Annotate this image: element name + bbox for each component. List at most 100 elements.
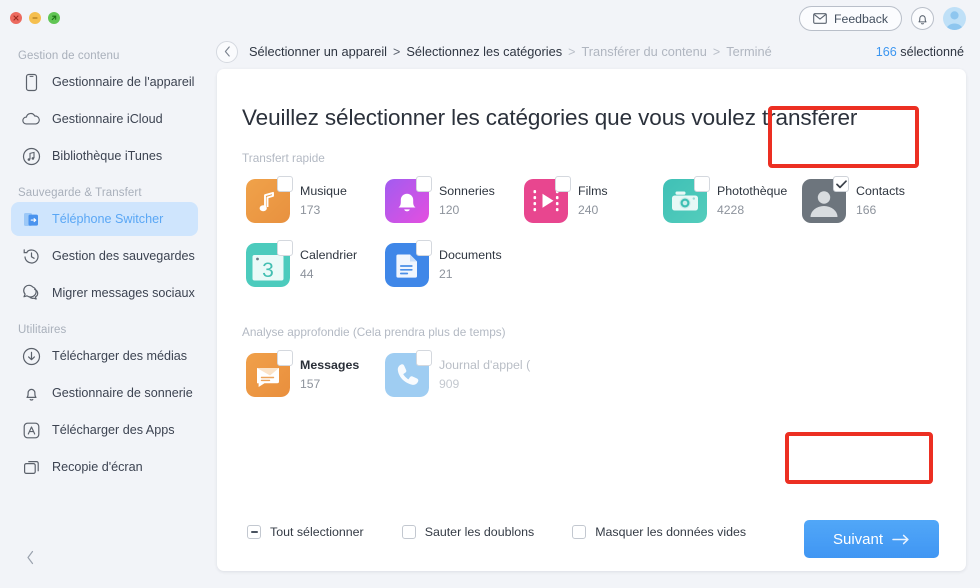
tile-count: 120 — [439, 203, 460, 218]
breadcrumb: Sélectionner un appareil > Sélectionnez … — [249, 44, 772, 59]
tile-checkbox[interactable] — [416, 350, 432, 366]
sidebar-group-title: Utilitaires — [18, 324, 67, 336]
sidebar-item-download-apps[interactable]: Télécharger des Apps — [11, 413, 198, 447]
category-tile-musique[interactable]: Musique 173 — [241, 174, 380, 228]
next-button[interactable]: Suivant — [804, 520, 939, 558]
tile-name: Photothèque — [717, 184, 788, 199]
sidebar-item-label: Gestionnaire iCloud — [52, 112, 163, 126]
user-avatar-icon — [945, 11, 964, 30]
tile-name: Contacts — [856, 184, 905, 199]
breadcrumb-step-2[interactable]: Sélectionnez les catégories — [406, 44, 562, 59]
checkbox-box[interactable] — [247, 525, 261, 539]
sidebar-item-label: Recopie d'écran — [52, 460, 143, 474]
checkbox-select-all[interactable]: Tout sélectionner — [247, 525, 364, 539]
tile-icon-wrap — [385, 176, 432, 223]
top-bar-actions: Feedback — [798, 6, 966, 31]
tile-text: Films 240 — [578, 183, 608, 218]
sidebar-item-screen-mirroring[interactable]: Recopie d'écran — [11, 450, 198, 484]
sidebar-item-icloud-manager[interactable]: Gestionnaire iCloud — [11, 102, 198, 136]
category-tile-phototheque[interactable]: Photothèque 4228 — [658, 174, 797, 228]
deep-analysis-tiles: Messages 157 Journal d'appel (909 — [217, 339, 966, 412]
breadcrumb-separator: > — [568, 44, 576, 59]
category-tile-sonneries[interactable]: Sonneries 120 — [380, 174, 519, 228]
quick-transfer-section-label: Transfert rapide — [242, 151, 325, 165]
tile-text: Musique 173 — [300, 183, 347, 218]
sidebar-item-ringtone-manager[interactable]: Gestionnaire de sonnerie — [11, 376, 198, 410]
sidebar-item-itunes-library[interactable]: Bibliothèque iTunes — [11, 139, 198, 173]
next-button-label: Suivant — [832, 530, 884, 548]
tile-count: 21 — [439, 267, 453, 282]
sidebar-collapse-button[interactable] — [26, 550, 35, 570]
maximize-button[interactable] — [48, 12, 60, 24]
category-tile-contacts[interactable]: Contacts 166 — [797, 174, 936, 228]
app-window: Gestion de contenu Gestionnaire de l'app… — [0, 0, 980, 588]
sidebar: Gestion de contenu Gestionnaire de l'app… — [0, 0, 208, 588]
tile-checkbox[interactable] — [833, 176, 849, 192]
sidebar-item-device-manager[interactable]: Gestionnaire de l'appareil — [11, 65, 198, 99]
tile-name: Sonneries — [439, 184, 495, 199]
breadcrumb-separator: > — [712, 44, 721, 59]
tile-checkbox[interactable] — [555, 176, 571, 192]
tile-checkbox[interactable] — [277, 176, 293, 192]
checkbox-label: Sauter les doublons — [424, 525, 535, 539]
tile-text: Calendrier 44 — [300, 247, 357, 282]
tile-text: Photothèque 4228 — [717, 183, 787, 218]
category-tile-calendrier[interactable]: 3 Calendrier 44 — [241, 238, 380, 292]
sidebar-group-title: Gestion de contenu — [18, 50, 120, 62]
sidebar-section-backup: Sauvegarde & Transfert Téléphone Switche… — [0, 187, 208, 310]
quick-transfer-tiles: Musique 173 Sonneries 120 Films 240 Phot… — [217, 165, 966, 302]
music-note-circle-icon — [21, 146, 41, 166]
phone-switch-icon — [21, 209, 41, 229]
tile-count: 240 — [578, 203, 599, 218]
tile-checkbox[interactable] — [277, 240, 293, 256]
checkbox-box[interactable] — [401, 525, 416, 539]
chevron-left-icon — [224, 46, 230, 57]
sidebar-section-utilities: Utilitaires Télécharger des médias Gesti… — [0, 324, 208, 484]
sidebar-item-download-media[interactable]: Télécharger des médias — [11, 339, 198, 373]
tile-name: Journal d'appel ( — [439, 358, 531, 373]
category-tile-films[interactable]: Films 240 — [519, 174, 658, 228]
tile-icon-wrap — [524, 176, 571, 223]
tile-checkbox[interactable] — [416, 176, 432, 192]
checkbox-skip-duplicates[interactable]: Sauter les doublons — [401, 525, 535, 539]
tile-checkbox[interactable] — [694, 176, 710, 192]
checkbox-box[interactable] — [572, 525, 587, 539]
bell-icon — [21, 383, 41, 403]
category-tile-documents[interactable]: Documents 21 — [380, 238, 519, 292]
checkbox-hide-empty-data[interactable]: Masquer les données vides — [572, 525, 746, 539]
tile-checkbox[interactable] — [416, 240, 432, 256]
page-title: Veuillez sélectionner les catégories que… — [242, 105, 858, 130]
tile-count: 173 — [300, 203, 321, 218]
notifications-button[interactable] — [911, 7, 934, 30]
breadcrumb-step-4: Terminé — [726, 44, 772, 59]
checkmark-icon — [835, 179, 847, 188]
sidebar-item-backup-management[interactable]: Gestion des sauvegardes — [11, 239, 198, 273]
checkbox-label: Tout sélectionner — [270, 525, 364, 539]
minimize-button[interactable] — [29, 12, 41, 24]
sidebar-item-migrate-social-messages[interactable]: Migrer messages sociaux — [11, 276, 198, 310]
sidebar-group-title: Sauvegarde & Transfert — [18, 187, 142, 199]
sidebar-item-phone-switcher[interactable]: Téléphone Switcher — [11, 202, 198, 236]
phone-icon — [21, 72, 41, 92]
tile-count: 909 — [439, 377, 460, 392]
svg-text:3: 3 — [262, 259, 274, 282]
back-button[interactable] — [216, 40, 238, 63]
deep-analysis-section-label: Analyse approfondie (Cela prendra plus d… — [242, 325, 506, 339]
tile-count: 4228 — [717, 203, 745, 218]
category-tile-journal-dappel[interactable]: Journal d'appel ( 909 — [380, 348, 530, 402]
sidebar-item-label: Gestionnaire de sonnerie — [52, 386, 193, 400]
sidebar-item-label: Bibliothèque iTunes — [52, 149, 163, 163]
envelope-icon — [813, 13, 827, 24]
category-tile-messages[interactable]: Messages 157 — [241, 348, 380, 402]
close-button[interactable] — [10, 12, 22, 24]
bell-icon — [918, 14, 927, 24]
breadcrumb-bar: Sélectionner un appareil > Sélectionnez … — [208, 34, 980, 69]
feedback-button[interactable]: Feedback — [798, 6, 902, 31]
tile-text: Contacts 166 — [856, 183, 905, 218]
tile-checkbox[interactable] — [277, 350, 293, 366]
sidebar-section-content: Gestion de contenu Gestionnaire de l'app… — [0, 50, 208, 173]
cloud-icon — [21, 109, 41, 129]
breadcrumb-step-1[interactable]: Sélectionner un appareil — [249, 44, 387, 59]
avatar[interactable] — [943, 7, 966, 30]
breadcrumb-step-3: Transférer du contenu — [581, 44, 707, 59]
